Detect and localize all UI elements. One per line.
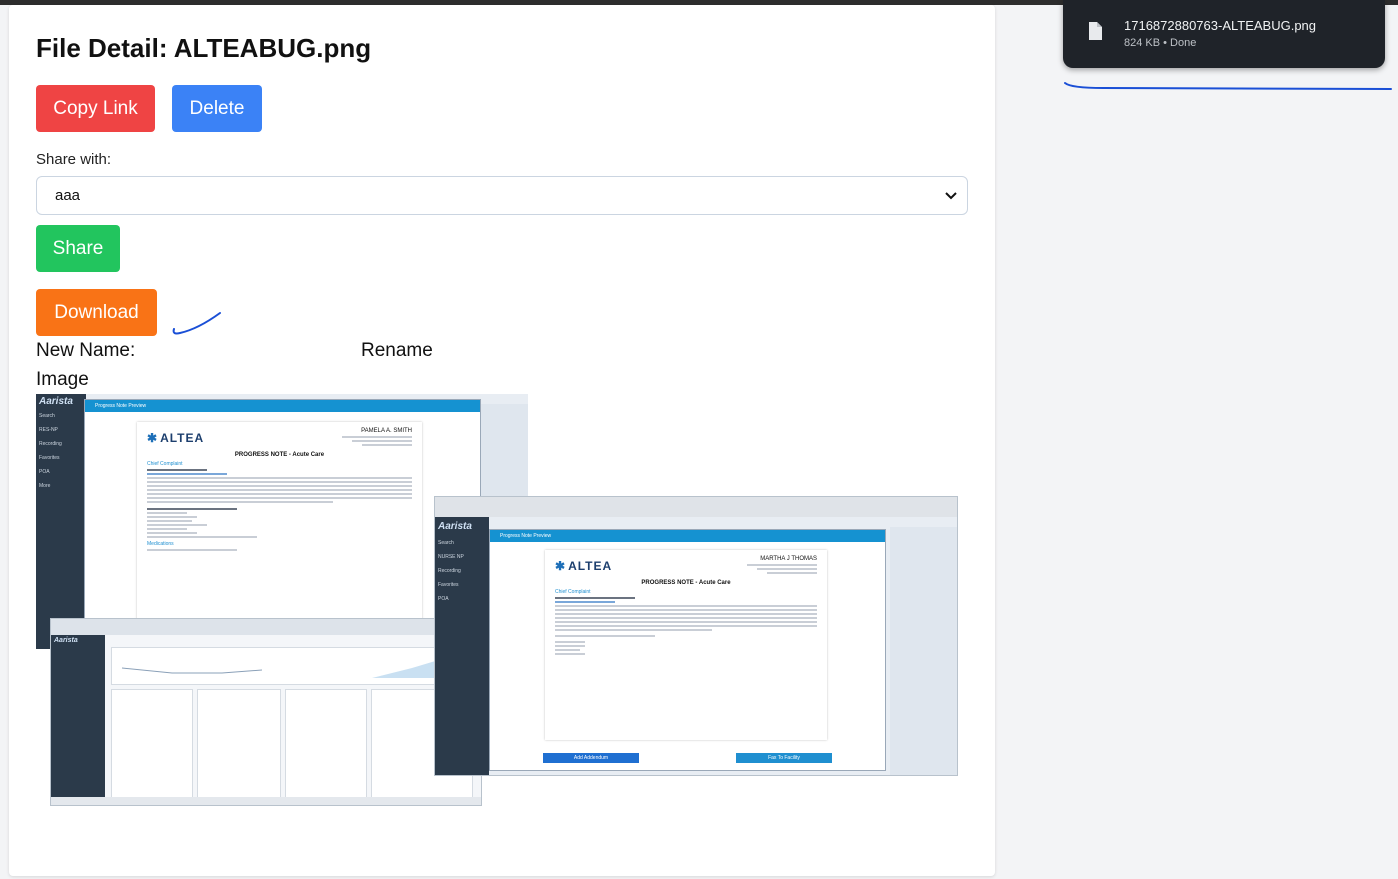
file-icon [1089, 22, 1102, 40]
rename-button[interactable]: Rename [361, 340, 433, 362]
app-sidebar: Aarista Search RES-NP Recording Favorites PO… [36, 394, 86, 649]
download-filename[interactable]: 1716872880763-ALTEABUG.png [1124, 18, 1316, 33]
modal-title: Progress Note Preview [85, 400, 480, 412]
download-button[interactable]: Download [36, 289, 157, 336]
doc-title-2: PROGRESS NOTE - Acute Care [641, 580, 731, 586]
download-popup[interactable]: 1716872880763-ALTEABUG.png 824 KB • Done [1063, 0, 1385, 68]
new-name-label: New Name: [36, 340, 136, 361]
chevron-down-icon [945, 190, 957, 202]
altea-logo: ✱ ALTEA [147, 431, 205, 445]
altea-logo-2: ✱ ALTEA [555, 559, 613, 573]
screenshot-2: Aarista [50, 618, 482, 806]
add-addendum-button: Add Addendum [543, 753, 639, 763]
modal-title-2: Progress Note Preview [490, 530, 885, 542]
file-detail-card: File Detail: ALTEABUG.png Copy Link Dele… [9, 5, 995, 876]
annotation-underline [1064, 82, 1392, 90]
app-sidebar-3: Aarista Search NURSE NP Recording Favorites… [435, 517, 489, 775]
file-image-preview: Aarista Search RES-NP Recording Favorites PO… [36, 394, 958, 806]
image-label: Image [36, 369, 89, 390]
patient-name: PAMELA A. SMITH [361, 428, 412, 434]
section-medications: Medications [147, 541, 174, 547]
download-status: 824 KB • Done [1124, 37, 1197, 49]
delete-button[interactable]: Delete [172, 85, 262, 132]
section-chief-complaint: Chief Complaint [147, 461, 183, 467]
progress-note-modal-1: Progress Note Preview ✱ ALTEA PAMELA A. … [84, 399, 481, 649]
progress-note-modal-2: Progress Note Preview ✱ ALTEA MARTHA J T… [489, 529, 886, 771]
share-user-select[interactable]: aaa [36, 176, 968, 215]
share-button[interactable]: Share [36, 225, 120, 272]
fax-to-facility-button: Fax To Facility [736, 753, 832, 763]
section-chief-complaint-2: Chief Complaint [555, 589, 591, 595]
app-logo: Aarista [39, 396, 73, 407]
doc-title: PROGRESS NOTE - Acute Care [234, 452, 325, 458]
screenshot-3: Aarista Search NURSE NP Recording Favorites… [434, 496, 958, 776]
app-sidebar-2: Aarista [51, 635, 105, 805]
page-title: File Detail: ALTEABUG.png [36, 33, 372, 63]
copy-link-button[interactable]: Copy Link [36, 85, 155, 132]
patient-name-2: MARTHA J THOMAS [760, 556, 817, 562]
share-select-value: aaa [55, 187, 81, 204]
share-with-label: Share with: [36, 151, 112, 168]
annotation-scribble [172, 312, 221, 335]
